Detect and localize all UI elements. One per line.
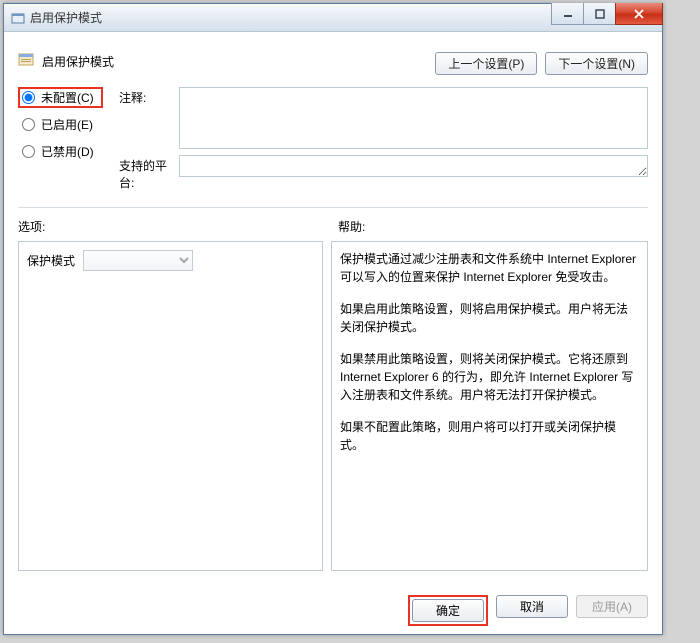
close-button[interactable] xyxy=(615,3,663,25)
ok-highlight: 确定 xyxy=(408,595,488,626)
radio-disabled[interactable]: 已禁用(D) xyxy=(18,141,103,162)
help-p1: 保护模式通过减少注册表和文件系统中 Internet Explorer 可以写入… xyxy=(340,250,639,286)
help-heading: 帮助: xyxy=(338,218,365,235)
nav-buttons: 上一个设置(P) 下一个设置(N) xyxy=(435,44,648,75)
maximize-icon xyxy=(595,9,605,19)
platform-input[interactable] xyxy=(179,155,648,177)
cancel-button[interactable]: 取消 xyxy=(496,595,568,618)
header-left: 启用保护模式 xyxy=(18,44,114,70)
radio-disabled-label: 已禁用(D) xyxy=(41,143,94,160)
title-bar[interactable]: 启用保护模式 xyxy=(4,4,662,32)
policy-title: 启用保护模式 xyxy=(42,53,114,70)
radio-not-configured[interactable]: 未配置(C) xyxy=(18,87,103,108)
minimize-icon xyxy=(563,9,573,19)
options-panel: 保护模式 xyxy=(18,241,323,571)
app-icon xyxy=(10,10,26,26)
field-grid: 注释: 支持的平台: xyxy=(119,87,648,191)
dialog-footer: 确定 取消 应用(A) xyxy=(408,595,648,626)
help-panel: 保护模式通过减少注册表和文件系统中 Internet Explorer 可以写入… xyxy=(331,241,648,571)
dialog-content: 启用保护模式 上一个设置(P) 下一个设置(N) 未配置(C) 已启用(E) xyxy=(4,32,662,581)
comment-label: 注释: xyxy=(119,87,179,149)
divider xyxy=(18,207,648,208)
radio-enabled[interactable]: 已启用(E) xyxy=(18,114,103,135)
platform-label: 支持的平台: xyxy=(119,155,179,191)
next-setting-button[interactable]: 下一个设置(N) xyxy=(545,52,648,75)
ok-button[interactable]: 确定 xyxy=(412,599,484,622)
maximize-button[interactable] xyxy=(583,3,615,25)
apply-button[interactable]: 应用(A) xyxy=(576,595,648,618)
dialog-window: 启用保护模式 启用保护模式 上一个设置(P) 下一个设置(N) xyxy=(3,3,663,635)
config-row: 未配置(C) 已启用(E) 已禁用(D) 注释: 支持的平台: xyxy=(18,87,648,191)
minimize-button[interactable] xyxy=(551,3,583,25)
window-controls xyxy=(551,3,663,25)
mid-labels: 选项: 帮助: xyxy=(18,218,648,235)
options-heading: 选项: xyxy=(18,218,338,235)
protected-mode-row: 保护模式 xyxy=(27,250,314,271)
panels: 保护模式 保护模式通过减少注册表和文件系统中 Internet Explorer… xyxy=(18,241,648,571)
close-icon xyxy=(633,9,645,19)
window-title: 启用保护模式 xyxy=(30,9,102,26)
help-p3: 如果禁用此策略设置，则将关闭保护模式。它将还原到 Internet Explor… xyxy=(340,350,639,404)
help-text: 保护模式通过减少注册表和文件系统中 Internet Explorer 可以写入… xyxy=(340,250,639,454)
comment-input[interactable] xyxy=(179,87,648,149)
state-radio-group: 未配置(C) 已启用(E) 已禁用(D) xyxy=(18,87,103,191)
header-row: 启用保护模式 上一个设置(P) 下一个设置(N) xyxy=(18,44,648,75)
prev-setting-button[interactable]: 上一个设置(P) xyxy=(435,52,537,75)
radio-not-configured-label: 未配置(C) xyxy=(41,89,94,106)
protected-mode-select[interactable] xyxy=(83,250,193,271)
protected-mode-label: 保护模式 xyxy=(27,252,75,269)
help-p2: 如果启用此策略设置，则将启用保护模式。用户将无法关闭保护模式。 xyxy=(340,300,639,336)
radio-enabled-input[interactable] xyxy=(22,118,35,131)
help-p4: 如果不配置此策略，则用户将可以打开或关闭保护模式。 xyxy=(340,418,639,454)
policy-icon xyxy=(18,52,36,70)
radio-disabled-input[interactable] xyxy=(22,145,35,158)
radio-not-configured-input[interactable] xyxy=(22,91,35,104)
radio-enabled-label: 已启用(E) xyxy=(41,116,93,133)
